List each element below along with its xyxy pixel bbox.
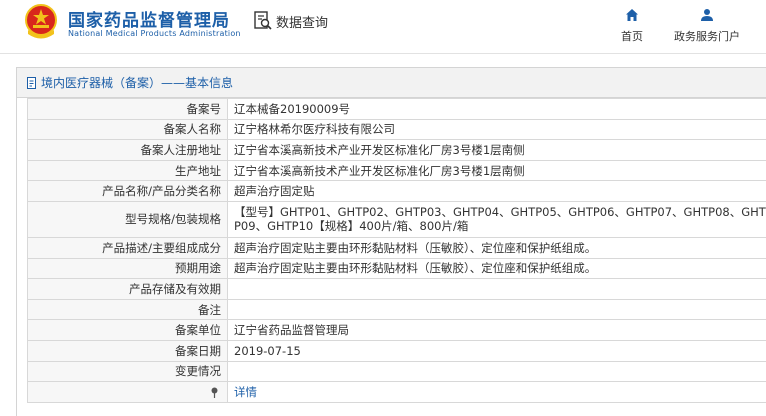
field-value: 2019-07-15 [227,339,766,362]
nav-service-portal-label: 政务服务门户 [674,30,740,43]
field-value: 超声治疗固定贴 [227,180,766,202]
site-subtitle: National Medical Products Administration [68,29,241,38]
field-label: 产品描述/主要组成成分 [27,236,228,259]
field-label: 生产地址 [27,159,228,182]
document-search-icon [254,11,272,30]
field-value: 辽宁省本溪高新技术产业开发区标准化厂房3号楼1层南侧 [227,139,766,161]
field-value: 辽宁省药品监督管理局 [227,319,766,341]
table-row: 产品存储及有效期 [27,278,766,300]
table-row: 型号规格/包装规格 【型号】GHTP01、GHTP02、GHTP03、GHTP0… [27,200,766,238]
site-title: 国家药品监督管理局 [68,11,230,31]
field-value: 超声治疗固定贴主要由环形黏贴材料（压敏胶）、定位座和保护纸组成。 [227,236,766,259]
table-row: 备案日期 2019-07-15 [27,339,766,362]
table-row: 预期用途 超声治疗固定贴主要由环形黏贴材料（压敏胶）、定位座和保护纸组成。 [27,257,766,280]
field-label: 备案人注册地址 [27,139,228,161]
detail-link[interactable]: 详情 [234,385,257,399]
field-value [227,298,766,321]
field-value: 超声治疗固定贴主要由环形黏贴材料（压敏胶）、定位座和保护纸组成。 [227,257,766,280]
field-label: 备案人名称 [27,118,228,141]
detail-label-cell [27,381,228,403]
table-row: 备案人名称 辽宁格林希尔医疗科技有限公司 [27,118,766,141]
record-table: 备案号 辽本械备20190009号 备案人名称 辽宁格林希尔医疗科技有限公司 备… [27,98,766,403]
field-label: 变更情况 [27,360,228,383]
field-label: 型号规格/包装规格 [27,200,228,238]
data-query-label: 数据查询 [276,15,329,31]
field-label: 备注 [27,298,228,321]
national-emblem-icon [25,4,57,39]
detail-value-cell: 详情 [227,381,766,403]
field-label: 备案单位 [27,319,228,341]
table-row: 产品名称/产品分类名称 超声治疗固定贴 [27,180,766,202]
data-query-link[interactable]: 数据查询 [254,10,328,32]
panel-title: 境内医疗器械（备案）——基本信息 [41,76,234,90]
field-value [227,360,766,383]
table-row: 变更情况 [27,360,766,383]
table-row: 详情 [27,381,766,403]
document-icon [27,76,36,89]
field-value: 【型号】GHTP01、GHTP02、GHTP03、GHTP04、GHTP05、G… [227,200,766,238]
field-label: 产品存储及有效期 [27,278,228,300]
nav-home-label: 首页 [621,30,643,43]
nav-service-portal[interactable]: 政务服务门户 [668,8,746,44]
table-row: 备案号 辽本械备20190009号 [27,98,766,120]
table-row: 生产地址 辽宁省本溪高新技术产业开发区标准化厂房3号楼1层南侧 [27,159,766,182]
table-row: 产品描述/主要组成成分 超声治疗固定贴主要由环形黏贴材料（压敏胶）、定位座和保护… [27,236,766,259]
field-value: 辽宁格林希尔医疗科技有限公司 [227,118,766,141]
field-label: 备案日期 [27,339,228,362]
field-value: 辽宁省本溪高新技术产业开发区标准化厂房3号楼1层南侧 [227,159,766,182]
field-label: 产品名称/产品分类名称 [27,180,228,202]
field-label: 备案号 [27,98,228,120]
table-row: 备案人注册地址 辽宁省本溪高新技术产业开发区标准化厂房3号楼1层南侧 [27,139,766,161]
nav-home[interactable]: 首页 [612,8,652,44]
site-header: 国家药品监督管理局 National Medical Products Admi… [0,0,766,52]
table-row: 备注 [27,298,766,321]
table-row: 备案单位 辽宁省药品监督管理局 [27,319,766,341]
field-value [227,278,766,300]
pin-icon [211,387,218,398]
field-label: 预期用途 [27,257,228,280]
header-divider [0,53,766,54]
user-icon [701,9,713,21]
panel-title-bar: 境内医疗器械（备案）——基本信息 [17,68,766,98]
home-icon [626,9,638,21]
field-value: 辽本械备20190009号 [227,98,766,120]
detail-panel: 境内医疗器械（备案）——基本信息 备案号 辽本械备20190009号 备案人名称… [16,67,766,416]
